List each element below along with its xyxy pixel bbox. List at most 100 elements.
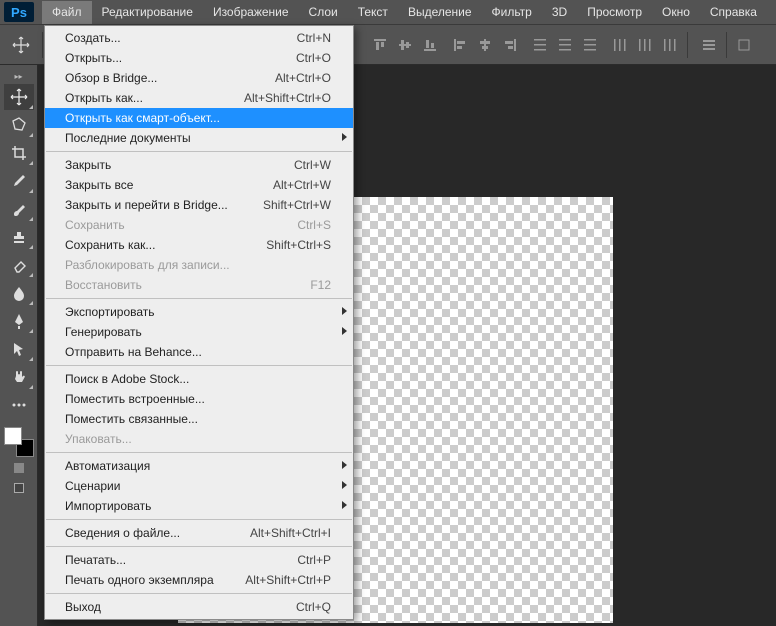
- menu-item-shortcut: Ctrl+N: [297, 31, 331, 45]
- pen-tool[interactable]: [4, 308, 34, 334]
- menu-item-создать-[interactable]: Создать...Ctrl+N: [45, 28, 353, 48]
- menu-separator: [46, 452, 352, 453]
- menu-item-label: Печатать...: [65, 553, 297, 567]
- menu-item-label: Сценарии: [65, 479, 331, 493]
- more-options-icon[interactable]: [698, 34, 720, 56]
- submenu-arrow-icon: [342, 501, 347, 509]
- crop-tool[interactable]: [4, 140, 34, 166]
- menu-item-shortcut: F12: [310, 278, 331, 292]
- menu-item-обзор-в-bridge-[interactable]: Обзор в Bridge...Alt+Ctrl+O: [45, 68, 353, 88]
- menu-item-shortcut: Ctrl+W: [294, 158, 331, 172]
- menu-item-label: Поместить встроенные...: [65, 392, 331, 406]
- menu-item-упаковать-: Упаковать...: [45, 429, 353, 449]
- menu-image[interactable]: Изображение: [203, 1, 299, 24]
- menu-help[interactable]: Справка: [700, 1, 767, 24]
- dist-bottom-icon[interactable]: [579, 34, 601, 56]
- menu-item-закрыть-и-перейти-в-bridge-[interactable]: Закрыть и перейти в Bridge...Shift+Ctrl+…: [45, 195, 353, 215]
- align-vcenter-icon[interactable]: [394, 34, 416, 56]
- menu-item-выход[interactable]: ВыходCtrl+Q: [45, 597, 353, 617]
- menu-window[interactable]: Окно: [652, 1, 700, 24]
- menu-filter[interactable]: Фильтр: [482, 1, 542, 24]
- move-tool-indicator-icon[interactable]: [8, 32, 34, 58]
- menu-item-shortcut: Ctrl+S: [297, 218, 331, 232]
- menu-item-разблокировать-для-записи-: Разблокировать для записи...: [45, 255, 353, 275]
- separator: [687, 32, 688, 58]
- menu-layers[interactable]: Слои: [299, 1, 348, 24]
- menu-separator: [46, 519, 352, 520]
- color-swatches[interactable]: [4, 427, 34, 457]
- menu-text[interactable]: Текст: [348, 1, 398, 24]
- menu-item-закрыть[interactable]: ЗакрытьCtrl+W: [45, 155, 353, 175]
- menu-item-label: Сведения о файле...: [65, 526, 250, 540]
- menu-select[interactable]: Выделение: [398, 1, 482, 24]
- menu-item-поместить-встроенные-[interactable]: Поместить встроенные...: [45, 389, 353, 409]
- menu-item-сохранить-как-[interactable]: Сохранить как...Shift+Ctrl+S: [45, 235, 353, 255]
- dist-top-icon[interactable]: [529, 34, 551, 56]
- hand-tool[interactable]: [4, 364, 34, 390]
- menu-item-label: Открыть как...: [65, 91, 244, 105]
- menu-item-label: Закрыть: [65, 158, 294, 172]
- path-select-tool[interactable]: [4, 336, 34, 362]
- menu-item-генерировать[interactable]: Генерировать: [45, 322, 353, 342]
- menu-item-экспортировать[interactable]: Экспортировать: [45, 302, 353, 322]
- screenmode-icon[interactable]: [14, 483, 24, 493]
- dist-right-icon[interactable]: [659, 34, 681, 56]
- menu-edit[interactable]: Редактирование: [92, 1, 203, 24]
- toolbox-collapse-icon[interactable]: ▸▸: [2, 69, 36, 83]
- menubar: Ps Файл Редактирование Изображение Слои …: [0, 0, 776, 25]
- menu-item-автоматизация[interactable]: Автоматизация: [45, 456, 353, 476]
- foreground-color-swatch[interactable]: [4, 427, 22, 445]
- menu-item-печатать-[interactable]: Печатать...Ctrl+P: [45, 550, 353, 570]
- menu-item-поиск-в-adobe-stock-[interactable]: Поиск в Adobe Stock...: [45, 369, 353, 389]
- align-left-icon[interactable]: [449, 34, 471, 56]
- dist-vcenter-icon[interactable]: [554, 34, 576, 56]
- menu-separator: [46, 546, 352, 547]
- dist-left-icon[interactable]: [609, 34, 631, 56]
- menu-item-label: Печать одного экземпляра: [65, 573, 245, 587]
- menu-item-shortcut: Alt+Shift+Ctrl+O: [244, 91, 331, 105]
- submenu-arrow-icon: [342, 133, 347, 141]
- submenu-arrow-icon: [342, 307, 347, 315]
- distribute-group-1: [529, 34, 601, 56]
- align-top-icon[interactable]: [369, 34, 391, 56]
- menu-item-открыть-как-смарт-объект-[interactable]: Открыть как смарт-объект...: [45, 108, 353, 128]
- app-logo: Ps: [4, 2, 34, 22]
- menu-item-открыть-[interactable]: Открыть...Ctrl+O: [45, 48, 353, 68]
- align-right-icon[interactable]: [499, 34, 521, 56]
- menu-item-shortcut: Ctrl+O: [296, 51, 331, 65]
- menu-item-импортировать[interactable]: Импортировать: [45, 496, 353, 516]
- menu-item-сценарии[interactable]: Сценарии: [45, 476, 353, 496]
- menu-item-сведения-о-файле-[interactable]: Сведения о файле...Alt+Shift+Ctrl+I: [45, 523, 353, 543]
- menu-item-shortcut: Shift+Ctrl+S: [266, 238, 331, 252]
- menu-item-последние-документы[interactable]: Последние документы: [45, 128, 353, 148]
- menu-item-поместить-связанные-[interactable]: Поместить связанные...: [45, 409, 353, 429]
- 3d-mode-icon[interactable]: [733, 34, 755, 56]
- menu-item-label: Упаковать...: [65, 432, 331, 446]
- menu-view[interactable]: Просмотр: [577, 1, 652, 24]
- blur-tool[interactable]: [4, 280, 34, 306]
- distribute-group-2: [609, 34, 681, 56]
- menu-item-shortcut: Ctrl+Q: [296, 600, 331, 614]
- align-hcenter-icon[interactable]: [474, 34, 496, 56]
- align-group-2: [449, 34, 521, 56]
- stamp-tool[interactable]: [4, 224, 34, 250]
- eraser-tool[interactable]: [4, 252, 34, 278]
- menu-3d[interactable]: 3D: [542, 1, 577, 24]
- menu-file[interactable]: Файл: [42, 1, 92, 24]
- menu-item-label: Генерировать: [65, 325, 331, 339]
- align-bottom-icon[interactable]: [419, 34, 441, 56]
- quickmask-icon[interactable]: [14, 463, 24, 473]
- eyedropper-tool[interactable]: [4, 168, 34, 194]
- menu-item-открыть-как-[interactable]: Открыть как...Alt+Shift+Ctrl+O: [45, 88, 353, 108]
- menu-item-label: Обзор в Bridge...: [65, 71, 275, 85]
- brush-tool[interactable]: [4, 196, 34, 222]
- edit-toolbar-icon[interactable]: [4, 392, 34, 418]
- menu-item-label: Отправить на Behance...: [65, 345, 331, 359]
- lasso-tool[interactable]: [4, 112, 34, 138]
- menu-item-сохранить: СохранитьCtrl+S: [45, 215, 353, 235]
- menu-item-отправить-на-behance-[interactable]: Отправить на Behance...: [45, 342, 353, 362]
- menu-item-закрыть-все[interactable]: Закрыть всеAlt+Ctrl+W: [45, 175, 353, 195]
- move-tool[interactable]: [4, 84, 34, 110]
- dist-hcenter-icon[interactable]: [634, 34, 656, 56]
- menu-item-печать-одного-экземпляра[interactable]: Печать одного экземпляраAlt+Shift+Ctrl+P: [45, 570, 353, 590]
